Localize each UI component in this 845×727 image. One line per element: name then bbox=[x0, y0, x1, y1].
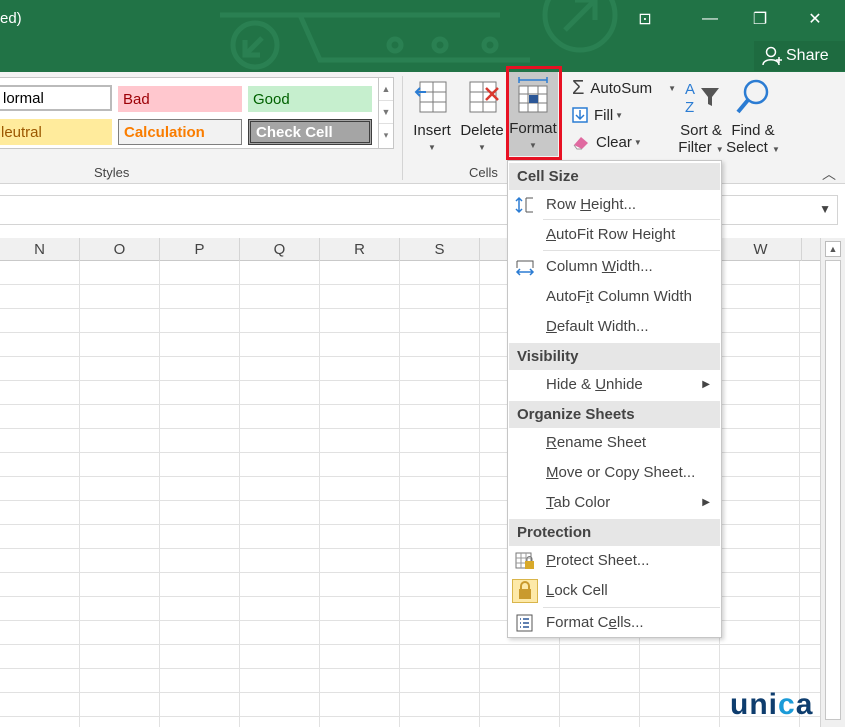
column-header-w[interactable]: W bbox=[720, 238, 802, 261]
find-select-label-1: Find & bbox=[731, 122, 775, 139]
menu-item-autofit-column-width[interactable]: AutoFit Column Width bbox=[509, 283, 720, 311]
style-bad[interactable]: Bad bbox=[118, 86, 242, 112]
style-neutral[interactable]: leutral bbox=[0, 119, 112, 145]
group-separator bbox=[402, 76, 403, 180]
sort-filter-button[interactable]: AZ Sort & Filter ▼ bbox=[676, 78, 726, 156]
menu-separator bbox=[543, 250, 720, 251]
submenu-arrow-icon: ▶ bbox=[702, 497, 710, 508]
style-good[interactable]: Good bbox=[248, 86, 372, 112]
gallery-down-arrow-icon[interactable]: ▼ bbox=[379, 101, 393, 124]
sort-filter-label-2: Filter ▼ bbox=[678, 139, 724, 156]
vertical-scrollbar[interactable]: ▲ bbox=[820, 238, 845, 727]
column-header-o[interactable]: O bbox=[80, 238, 160, 261]
menu-item-protect-sheet[interactable]: Protect Sheet... bbox=[509, 547, 720, 575]
style-check-cell[interactable]: Check Cell bbox=[248, 119, 372, 145]
column-header-p[interactable]: P bbox=[160, 238, 240, 261]
sort-filter-icon: AZ bbox=[685, 81, 719, 116]
window-title: ed) bbox=[0, 10, 22, 27]
title-bar: ed) ⊡ — ❐ ✕ Share bbox=[0, 0, 845, 72]
svg-text:A: A bbox=[685, 81, 695, 98]
column-header-r[interactable]: R bbox=[320, 238, 400, 261]
autosum-button[interactable]: Σ AutoSum ▼ bbox=[572, 76, 676, 100]
cell-styles-gallery: lormal Bad Good leutral Calculation Chec… bbox=[0, 77, 380, 149]
share-label: Share bbox=[786, 47, 829, 64]
clear-button[interactable]: Clear ▼ bbox=[572, 130, 642, 154]
submenu-arrow-icon: ▶ bbox=[702, 379, 710, 390]
menu-item-lock-cell[interactable]: Lock Cell bbox=[509, 577, 720, 605]
menu-item-hide-unhide[interactable]: Hide & Unhide ▶ bbox=[509, 371, 720, 399]
unica-watermark-logo: unica bbox=[730, 688, 814, 721]
ribbon-display-options-button[interactable]: ⊡ bbox=[625, 6, 665, 32]
column-width-icon bbox=[515, 260, 535, 276]
clear-dropdown-caret: ▼ bbox=[633, 137, 642, 147]
menu-item-format-cells[interactable]: Format Cells... bbox=[509, 609, 720, 637]
minimize-button[interactable]: — bbox=[690, 6, 730, 32]
insert-button[interactable]: Insert ▼ bbox=[410, 78, 454, 152]
menu-item-rename-sheet[interactable]: Rename Sheet bbox=[509, 429, 720, 457]
delete-button[interactable]: Delete ▼ bbox=[458, 78, 506, 152]
protect-sheet-icon bbox=[515, 552, 534, 569]
close-button[interactable]: ✕ bbox=[795, 6, 835, 32]
gallery-up-arrow-icon[interactable]: ▲ bbox=[379, 78, 393, 101]
scroll-up-icon[interactable]: ▲ bbox=[825, 241, 841, 257]
menu-item-row-height[interactable]: Row Height... bbox=[509, 191, 720, 219]
person-add-icon bbox=[762, 46, 782, 66]
styles-gallery-scroll[interactable]: ▲ ▼ ▾ bbox=[378, 77, 394, 149]
menu-header-cell-size: Cell Size bbox=[509, 163, 720, 190]
restore-button[interactable]: ❐ bbox=[740, 6, 780, 32]
fill-label: Fill bbox=[594, 106, 614, 124]
gallery-more-icon[interactable]: ▾ bbox=[379, 124, 393, 147]
format-button-highlight bbox=[506, 66, 562, 160]
menu-separator bbox=[543, 219, 720, 220]
find-select-button[interactable]: Find & Select ▼ bbox=[726, 78, 780, 156]
column-header-n[interactable]: N bbox=[0, 238, 80, 261]
format-dropdown-menu: Cell Size Row Height... AutoFit Row Heig… bbox=[507, 160, 722, 638]
column-header-q[interactable]: Q bbox=[240, 238, 320, 261]
menu-item-move-copy-sheet[interactable]: Move or Copy Sheet... bbox=[509, 459, 720, 487]
lock-icon bbox=[512, 579, 538, 603]
menu-item-tab-color[interactable]: Tab Color ▶ bbox=[509, 489, 720, 517]
menu-header-visibility: Visibility bbox=[509, 343, 720, 370]
cells-group-label: Cells bbox=[469, 165, 498, 180]
insert-label: Insert bbox=[413, 122, 451, 139]
style-calculation[interactable]: Calculation bbox=[118, 119, 242, 145]
sort-filter-label-1: Sort & bbox=[680, 122, 722, 139]
delete-label: Delete bbox=[460, 122, 504, 139]
eraser-icon bbox=[573, 137, 588, 150]
fill-button[interactable]: Fill ▼ bbox=[572, 103, 623, 127]
find-select-label-2: Select ▼ bbox=[726, 139, 780, 156]
menu-item-default-width[interactable]: Default Width... bbox=[509, 313, 720, 341]
row-height-icon bbox=[515, 196, 533, 214]
clear-label: Clear bbox=[596, 133, 632, 151]
style-normal[interactable]: lormal bbox=[0, 85, 112, 111]
scrollbar-thumb[interactable] bbox=[825, 260, 841, 720]
magnifier-icon bbox=[736, 79, 769, 114]
menu-header-organize-sheets: Organize Sheets bbox=[509, 401, 720, 428]
fill-down-icon bbox=[572, 107, 588, 123]
insert-dropdown-caret: ▼ bbox=[428, 143, 436, 152]
insert-cells-icon bbox=[414, 81, 447, 113]
autosum-label: AutoSum bbox=[590, 79, 653, 97]
menu-header-protection: Protection bbox=[509, 519, 720, 546]
delete-dropdown-caret: ▼ bbox=[478, 143, 486, 152]
menu-separator bbox=[543, 607, 720, 608]
collapse-ribbon-icon[interactable]: ︿ bbox=[822, 164, 836, 184]
delete-cells-icon bbox=[469, 81, 499, 113]
autosum-dropdown-caret: ▼ bbox=[668, 83, 676, 93]
share-button[interactable]: Share bbox=[754, 41, 845, 71]
expand-formula-bar-icon[interactable]: ▼ bbox=[819, 202, 831, 216]
styles-group-label: Styles bbox=[94, 165, 130, 180]
column-header-s[interactable]: S bbox=[400, 238, 480, 261]
menu-item-autofit-row-height[interactable]: AutoFit Row Height bbox=[509, 221, 720, 249]
fill-dropdown-caret: ▼ bbox=[615, 110, 624, 120]
sigma-icon: Σ bbox=[572, 76, 585, 99]
format-cells-icon bbox=[516, 614, 533, 632]
svg-text:Z: Z bbox=[685, 99, 694, 116]
menu-item-column-width[interactable]: Column Width... bbox=[509, 253, 720, 281]
